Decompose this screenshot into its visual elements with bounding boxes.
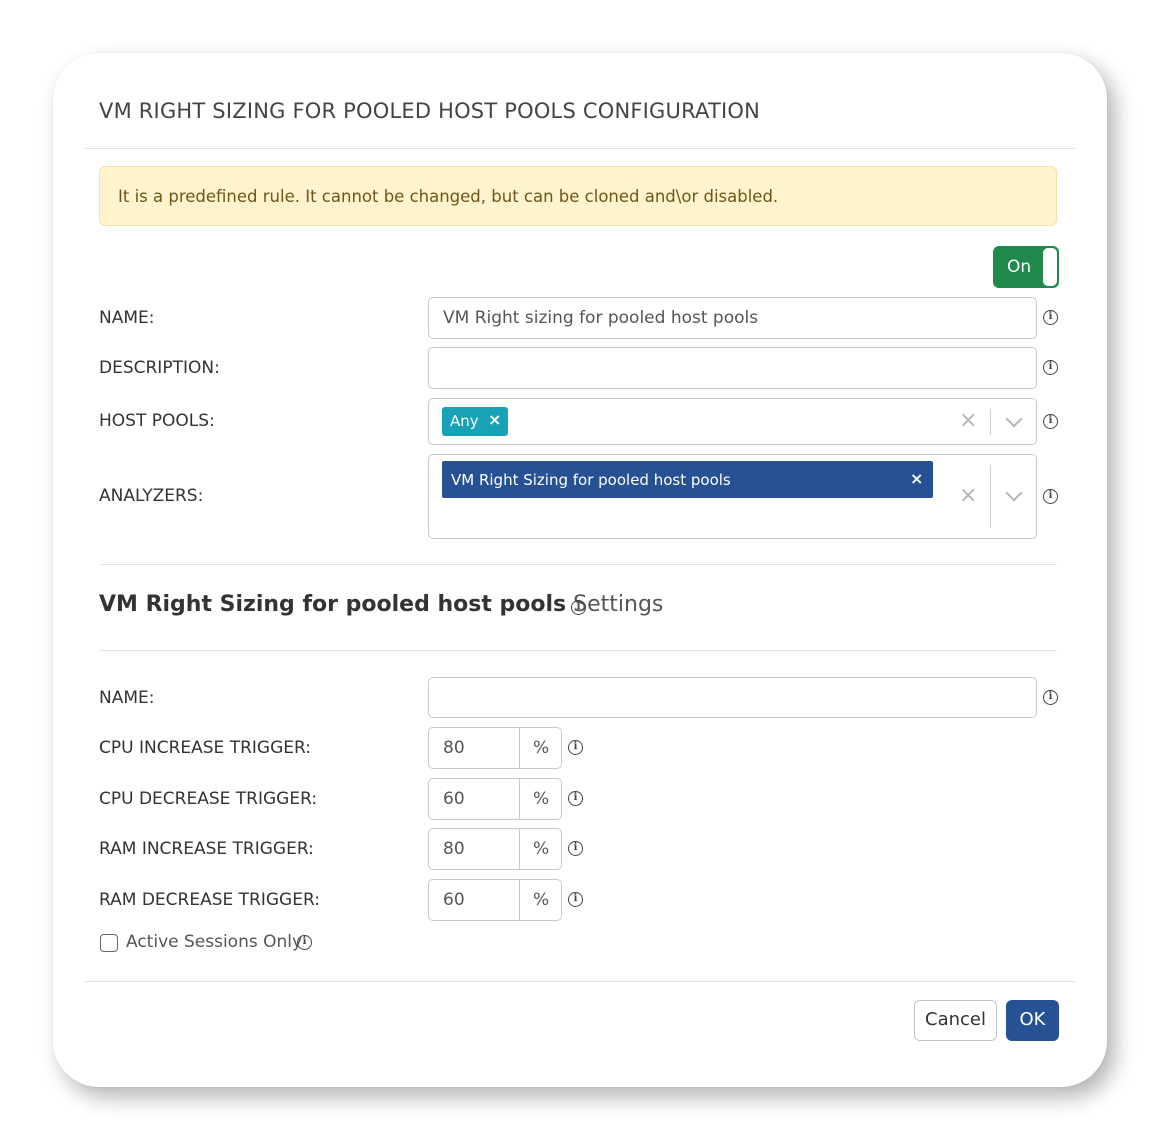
title-divider xyxy=(85,148,1075,149)
select-separator xyxy=(990,409,991,435)
chevron-down-icon[interactable] xyxy=(1005,410,1023,428)
dialog-title: VM RIGHT SIZING FOR POOLED HOST POOLS CO… xyxy=(99,99,761,123)
ram-increase-label: RAM INCREASE TRIGGER: xyxy=(99,839,314,859)
settings-name-label: NAME: xyxy=(99,688,155,708)
clear-icon[interactable]: × xyxy=(959,408,977,433)
ram-decrease-info-icon[interactable]: i xyxy=(568,892,583,907)
host-pool-chip-any: Any × xyxy=(442,407,508,436)
analyzer-chip: VM Right Sizing for pooled host pools × xyxy=(442,461,933,498)
select-separator xyxy=(990,465,991,528)
percent-unit: % xyxy=(533,839,550,859)
analyzers-select[interactable]: VM Right Sizing for pooled host pools × … xyxy=(428,454,1037,539)
clear-icon[interactable]: × xyxy=(959,483,977,508)
chip-label: VM Right Sizing for pooled host pools xyxy=(451,471,731,489)
enabled-toggle[interactable]: On xyxy=(993,246,1059,288)
settings-title-light: Settings xyxy=(573,592,664,617)
ram-increase-input[interactable]: 80 % xyxy=(428,828,562,870)
name-label: NAME: xyxy=(99,308,155,328)
predefined-rule-alert: It is a predefined rule. It cannot be ch… xyxy=(99,166,1057,226)
description-field[interactable] xyxy=(428,347,1037,389)
active-sessions-checkbox[interactable] xyxy=(100,934,118,952)
description-label: DESCRIPTION: xyxy=(99,358,220,378)
host-pools-select[interactable]: Any × × xyxy=(428,398,1037,445)
name-info-icon[interactable]: i xyxy=(1043,310,1058,325)
percent-unit: % xyxy=(533,890,550,910)
ram-decrease-value: 60 xyxy=(443,890,465,910)
active-sessions-label: Active Sessions Only xyxy=(126,932,303,952)
chevron-down-icon[interactable] xyxy=(1005,484,1023,502)
toggle-label: On xyxy=(1007,257,1032,277)
ok-button[interactable]: OK xyxy=(1006,1000,1059,1041)
host-pools-label: HOST POOLS: xyxy=(99,411,215,431)
settings-name-field[interactable] xyxy=(428,677,1037,718)
cancel-button[interactable]: Cancel xyxy=(914,1000,997,1041)
cpu-decrease-info-icon[interactable]: i xyxy=(568,791,583,806)
percent-unit: % xyxy=(533,789,550,809)
cpu-increase-value: 80 xyxy=(443,738,465,758)
remove-chip-icon[interactable]: × xyxy=(910,469,923,488)
cpu-increase-label: CPU INCREASE TRIGGER: xyxy=(99,738,312,758)
cpu-increase-info-icon[interactable]: i xyxy=(568,740,583,755)
name-field-value: VM Right sizing for pooled host pools xyxy=(443,308,759,328)
settings-divider xyxy=(99,650,1057,651)
ram-decrease-input[interactable]: 60 % xyxy=(428,879,562,921)
section-divider xyxy=(99,564,1057,565)
analyzers-info-icon[interactable]: i xyxy=(1043,489,1058,504)
analyzers-label: ANALYZERS: xyxy=(99,486,204,506)
cpu-decrease-value: 60 xyxy=(443,789,465,809)
cpu-increase-input[interactable]: 80 % xyxy=(428,727,562,769)
ram-increase-info-icon[interactable]: i xyxy=(568,841,583,856)
settings-info-icon[interactable]: i xyxy=(571,600,586,615)
cpu-decrease-label: CPU DECREASE TRIGGER: xyxy=(99,789,318,809)
configuration-dialog: VM RIGHT SIZING FOR POOLED HOST POOLS CO… xyxy=(53,53,1107,1087)
ram-decrease-label: RAM DECREASE TRIGGER: xyxy=(99,890,320,910)
alert-text: It is a predefined rule. It cannot be ch… xyxy=(118,187,779,206)
chip-label: Any xyxy=(450,412,479,430)
name-field[interactable]: VM Right sizing for pooled host pools xyxy=(428,297,1037,339)
settings-name-info-icon[interactable]: i xyxy=(1043,690,1058,705)
description-info-icon[interactable]: i xyxy=(1043,360,1058,375)
cpu-decrease-input[interactable]: 60 % xyxy=(428,778,562,820)
toggle-knob xyxy=(1043,248,1057,286)
active-sessions-info-icon[interactable]: i xyxy=(297,935,312,950)
settings-title-bold: VM Right Sizing for pooled host pools xyxy=(99,592,567,617)
ram-increase-value: 80 xyxy=(443,839,465,859)
host-pools-info-icon[interactable]: i xyxy=(1043,414,1058,429)
remove-chip-icon[interactable]: × xyxy=(488,410,501,429)
footer-divider xyxy=(85,981,1075,982)
percent-unit: % xyxy=(533,738,550,758)
